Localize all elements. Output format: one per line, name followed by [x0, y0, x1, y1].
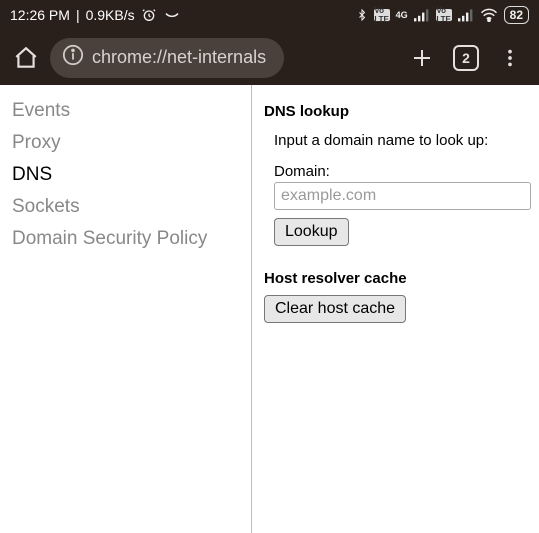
home-button[interactable]: [12, 44, 40, 72]
address-bar[interactable]: chrome://net-internals: [50, 38, 284, 78]
sidebar-item-events[interactable]: Events: [12, 95, 251, 127]
signal2-icon: [458, 8, 474, 22]
sidebar-item-dns[interactable]: DNS: [12, 159, 251, 191]
sim1-network-label: 4G: [396, 11, 408, 19]
bluetooth-icon: [356, 7, 368, 23]
expand-icon: [163, 10, 181, 20]
dns-lookup-instruction: Input a domain name to look up:: [274, 132, 531, 149]
wifi-icon: [480, 8, 498, 22]
dns-lookup-title: DNS lookup: [264, 103, 531, 120]
sim1-volte-icon: VoLTE: [374, 9, 390, 21]
tab-switcher-button[interactable]: 2: [449, 41, 483, 75]
sidebar: Events Proxy DNS Sockets Domain Security…: [0, 85, 252, 533]
clear-host-cache-button[interactable]: Clear host cache: [264, 295, 406, 323]
signal1-icon: [414, 8, 430, 22]
menu-button[interactable]: [493, 41, 527, 75]
page-content: Events Proxy DNS Sockets Domain Security…: [0, 85, 539, 533]
battery-icon: 82: [504, 6, 529, 24]
sidebar-item-domain-security-policy[interactable]: Domain Security Policy: [12, 223, 251, 255]
alarm-icon: [141, 7, 157, 23]
info-icon: [62, 44, 84, 71]
main-content: DNS lookup Input a domain name to look u…: [252, 85, 539, 533]
battery-level: 82: [510, 8, 523, 22]
status-bar: 12:26 PM | 0.9KB/s VoLTE 4G VoLTE 82: [0, 0, 539, 30]
address-text: chrome://net-internals: [92, 47, 266, 68]
sidebar-item-sockets[interactable]: Sockets: [12, 191, 251, 223]
status-netspeed: 0.9KB/s: [86, 7, 135, 23]
new-tab-button[interactable]: [405, 41, 439, 75]
tab-count: 2: [453, 45, 479, 71]
status-separator: |: [76, 7, 80, 23]
domain-input[interactable]: [274, 182, 531, 210]
sim2-volte-icon: VoLTE: [436, 9, 452, 21]
lookup-button[interactable]: Lookup: [274, 218, 349, 246]
browser-toolbar: chrome://net-internals 2: [0, 30, 539, 85]
status-time: 12:26 PM: [10, 7, 70, 23]
status-left: 12:26 PM | 0.9KB/s: [10, 7, 181, 23]
domain-label: Domain:: [274, 163, 531, 180]
host-cache-title: Host resolver cache: [264, 270, 531, 287]
sidebar-item-proxy[interactable]: Proxy: [12, 127, 251, 159]
status-right: VoLTE 4G VoLTE 82: [356, 6, 529, 24]
